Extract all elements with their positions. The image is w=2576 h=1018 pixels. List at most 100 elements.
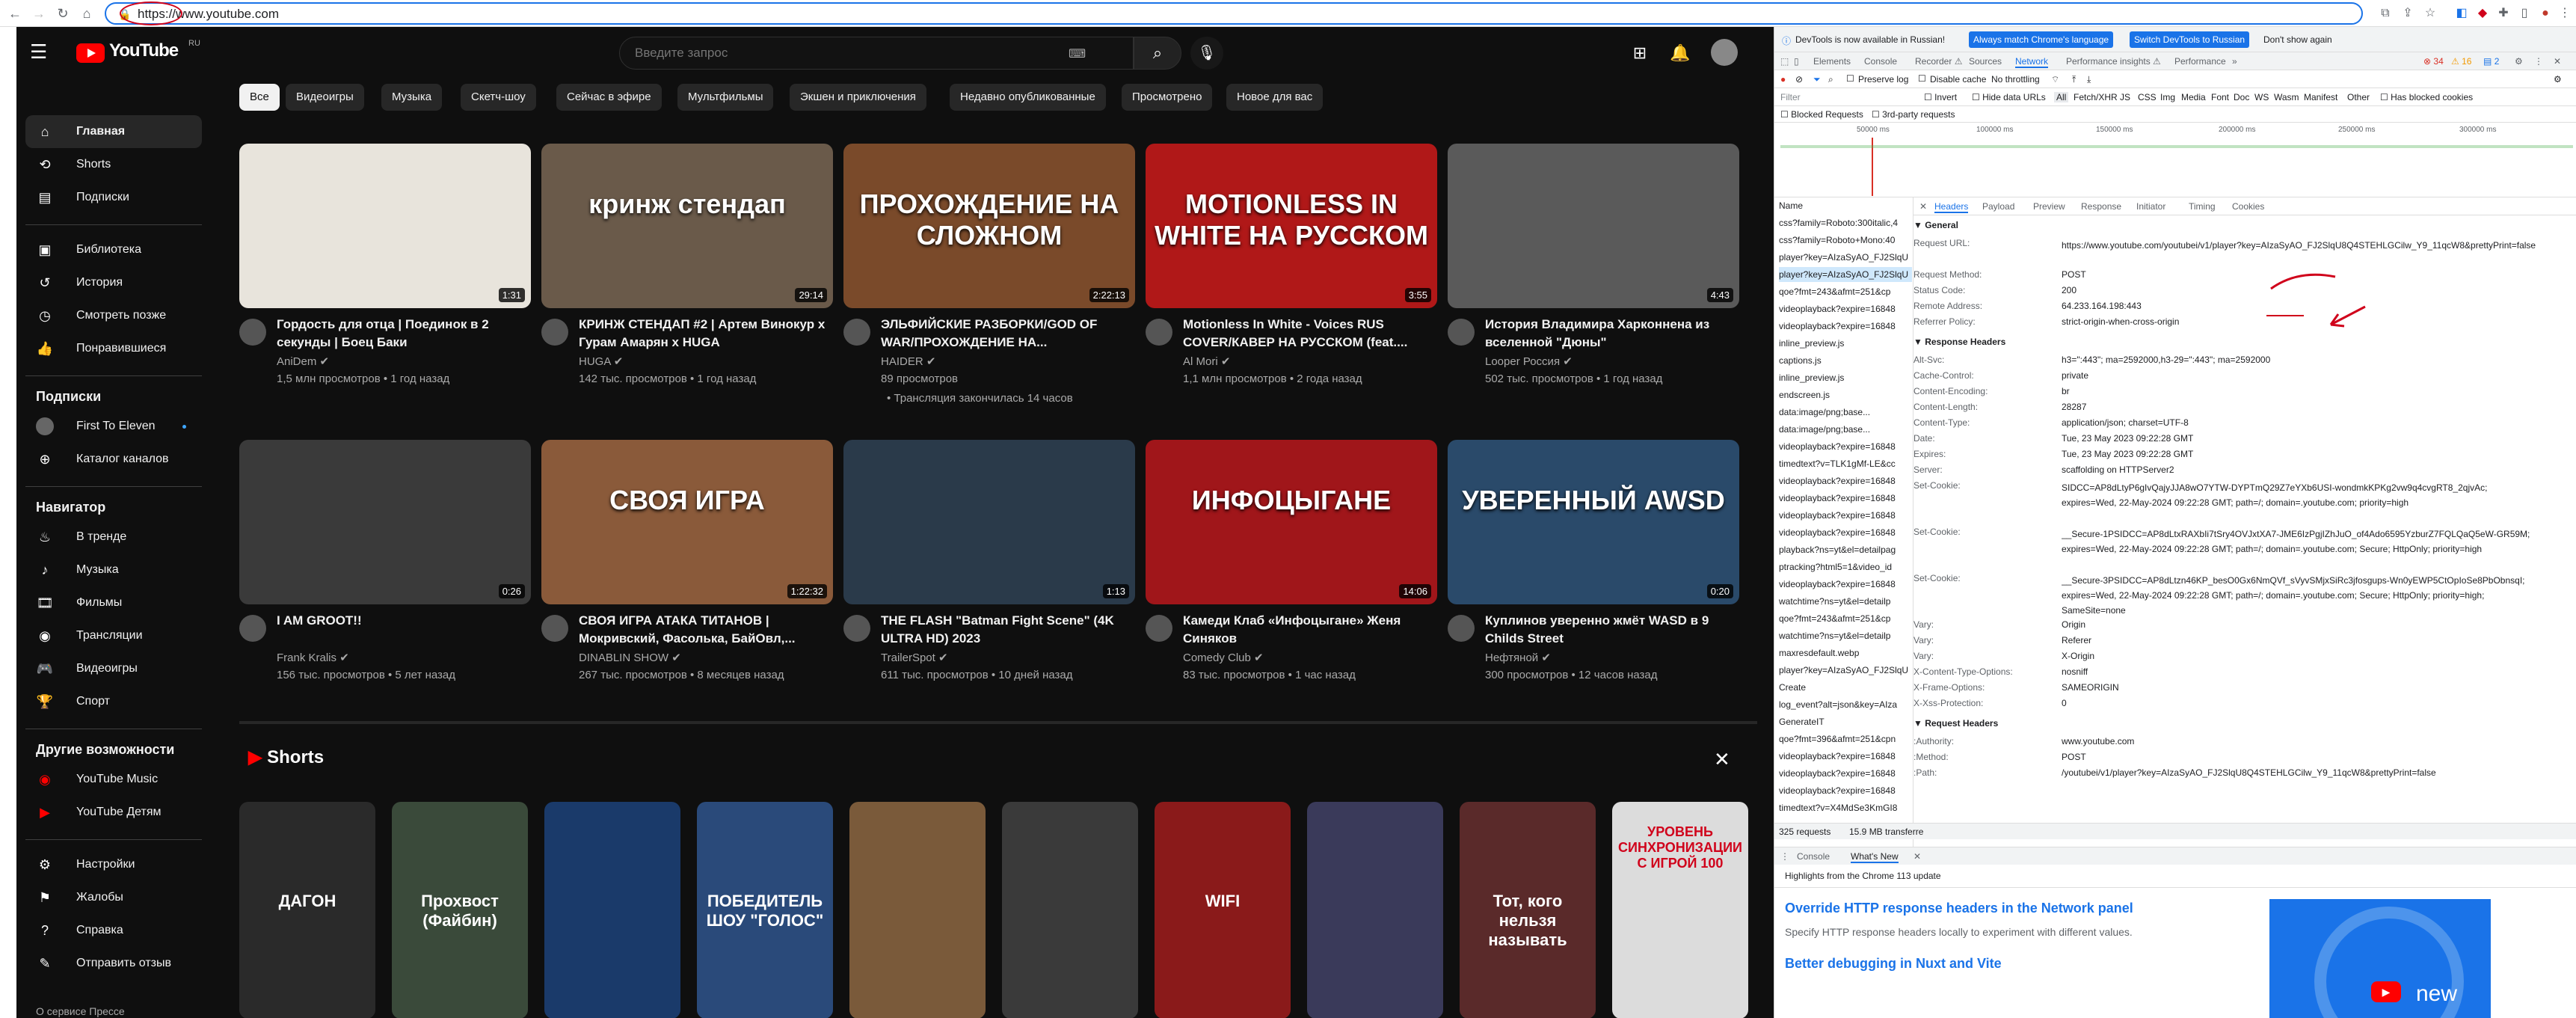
inspect-icon[interactable]: ⬚ [1780,56,1789,67]
channel-name[interactable]: HUGA ✔ [579,355,623,368]
video-thumbnail[interactable]: 0:26 [239,440,531,604]
channel-name[interactable]: DINABLIN SHOW ✔ [579,651,681,664]
tab-performance[interactable]: Performance [2174,56,2226,67]
channel-name[interactable]: Looper Россия ✔ [1485,355,1573,368]
extension-icon[interactable]: ◧ [2453,4,2471,22]
sidebar-item-history[interactable]: ↺ История [25,266,202,299]
video-title[interactable]: ЭЛЬФИЙСКИЕ РАЗБОРКИ/GOD OF WAR/ПРОХОЖДЕН… [881,316,1132,352]
tab-initiator[interactable]: Initiator [2136,201,2165,212]
hide-data-urls-checkbox[interactable]: ☐ Hide data URLs [1972,92,2046,102]
tab-timing[interactable]: Timing [2189,201,2216,212]
chip[interactable]: Новое для вас [1226,84,1324,111]
sidebar-item-home[interactable]: ⌂ Главная [25,115,202,148]
filter-type[interactable]: Other [2347,92,2370,102]
voice-search-button[interactable]: 🎙 [1190,37,1223,70]
chip[interactable]: Недавно опубликованные [950,84,1106,111]
network-settings-icon[interactable]: ⚙ [2554,74,2562,85]
forward-icon[interactable]: → [30,4,48,22]
throttling-select[interactable]: No throttling [1991,74,2040,85]
network-timeline-overview[interactable]: 50000 ms 100000 ms 150000 ms 200000 ms 2… [1774,123,2576,197]
channel-name[interactable]: Frank Kralis ✔ [277,651,349,664]
short-card[interactable]: ДАГОН [239,802,375,1018]
sidebar-item-youtube-kids[interactable]: ▶ YouTube Детям [25,796,202,829]
notifications-bell-icon[interactable]: 🔔 [1669,42,1691,64]
video-card[interactable]: 1:13 THE FLASH "Batman Fight Scene" (4K U… [843,440,1135,724]
disable-cache-checkbox[interactable]: ☐ [1918,73,1926,84]
video-card[interactable]: кринж стендап 29:14 КРИНЖ СТЕНДАП #2 | Арт… [541,144,833,428]
tab-cookies[interactable]: Cookies [2232,201,2264,212]
search-input[interactable] [635,46,1054,61]
hamburger-menu-icon[interactable]: ☰ [30,40,52,63]
channel-avatar[interactable] [541,615,568,642]
drawer-tab-console[interactable]: Console [1797,851,1830,862]
channel-name[interactable]: HAIDER ✔ [881,355,935,368]
whats-new-link[interactable]: Better debugging in Nuxt and Vite [1785,956,2002,972]
sidebar-item-youtube-music[interactable]: ◉ YouTube Music [25,763,202,796]
warning-badge[interactable]: ⚠ 16 [2451,56,2471,67]
sidebar-item-trending[interactable]: ♨ В тренде [25,521,202,554]
filter-type[interactable]: WS [2254,92,2269,102]
chip[interactable]: Скетч-шоу [461,84,536,111]
sidebar-item-watch-later[interactable]: ◷ Смотреть позже [25,299,202,332]
video-card[interactable]: ПРОХОЖДЕНИЕ НА СЛОЖНОМ 2:22:13 ЭЛЬФИЙСКИЕ … [843,144,1135,428]
video-card[interactable]: 4:43 История Владимира Харконнена из всел… [1448,144,1739,428]
video-thumbnail[interactable]: ПРОХОЖДЕНИЕ НА СЛОЖНОМ 2:22:13 [843,144,1135,308]
video-title[interactable]: Motionless In White - Voices RUS COVER/К… [1183,316,1434,352]
tab-network[interactable]: Network [2015,56,2049,68]
always-match-button[interactable]: Always match Chrome's language [1969,31,2114,48]
video-card[interactable]: 0:26 I AM GROOT!! Frank Kralis ✔ 156 тыс. п… [239,440,531,724]
home-icon[interactable]: ⌂ [78,4,96,22]
sidebar-item-settings[interactable]: ⚙ Настройки [25,848,202,881]
short-card[interactable]: Прохвост (Файбин) [392,802,528,1018]
video-thumbnail[interactable]: кринж стендап 29:14 [541,144,833,308]
sidebar-item-reports[interactable]: ⚑ Жалобы [25,881,202,914]
tab-elements[interactable]: Elements [1813,56,1851,67]
video-title[interactable]: Камеди Клаб «Инфоцыгане» Женя Синяков [1183,612,1434,648]
blocked-requests-checkbox[interactable]: ☐ Blocked Requests [1780,109,1863,120]
sidebar-item-live[interactable]: ◉ Трансляции [25,619,202,652]
tab-performance-insights[interactable]: Performance insights ⚠ [2066,56,2161,67]
video-title[interactable]: История Владимира Харконнена из вселенно… [1485,316,1736,352]
short-card[interactable] [544,802,680,1018]
search-box[interactable]: ⌨ [619,37,1134,70]
headers-section-title[interactable]: ▼ General [1913,220,1958,230]
channel-avatar[interactable] [541,319,568,346]
footer-links[interactable]: О сервисе Прессе [36,1005,125,1017]
short-card[interactable] [1002,802,1138,1018]
error-badge[interactable]: ⊗ 34 [2423,56,2444,67]
channel-name[interactable]: Al Mori ✔ [1183,355,1230,368]
channel-avatar[interactable] [1146,615,1172,642]
back-icon[interactable]: ← [6,4,24,22]
sidebar-item-library[interactable]: ▣ Библиотека [25,233,202,266]
sidebar-item-gaming[interactable]: 🎮 Видеоигры [25,652,202,685]
headers-section-title[interactable]: ▼ Response Headers [1913,337,2005,347]
export-icon[interactable]: ⤓ [2087,74,2091,85]
tab-response[interactable]: Response [2081,201,2121,212]
address-bar[interactable]: 🔒 https://www.youtube.com [105,2,2363,25]
channel-avatar[interactable] [239,319,266,346]
chip-all[interactable]: Все [239,84,280,111]
install-icon[interactable]: ⧉ [2376,4,2394,22]
filter-type[interactable]: Media [2181,92,2206,102]
sidebar-item-help[interactable]: ? Справка [25,914,202,947]
tab-preview[interactable]: Preview [2033,201,2065,212]
info-badge[interactable]: ▤ 2 [2483,56,2499,67]
video-thumbnail[interactable]: 1:13 [843,440,1135,604]
blocked-cookies-checkbox[interactable]: ☐ Has blocked cookies [2380,92,2473,102]
sidebar-item-music[interactable]: ♪ Музыка [25,554,202,586]
short-card[interactable]: Тот, кого нельзя называть [1460,802,1596,1018]
extensions-puzzle-icon[interactable]: ✚ [2494,4,2512,22]
chip[interactable]: Музыка [381,84,443,111]
close-devtools-icon[interactable]: ✕ [2554,56,2561,67]
video-thumbnail[interactable]: MOTIONLESS IN WHITE НА РУССКОМ 3:55 [1146,144,1437,308]
avatar[interactable] [1711,39,1738,66]
close-detail-icon[interactable]: ✕ [1919,201,1927,212]
whats-new-link[interactable]: Override HTTP response headers in the Ne… [1785,901,2133,916]
sidebar-item-liked[interactable]: 👍 Понравившиеся [25,332,202,365]
keyboard-icon[interactable]: ⌨ [1069,46,1086,61]
short-card[interactable]: УРОВЕНЬ СИНХРОНИЗАЦИИ С ИГРОЙ 100 [1612,802,1748,1018]
invert-checkbox[interactable]: ☐ Invert [1924,92,1957,102]
record-icon[interactable]: ● [1780,74,1786,85]
video-title[interactable]: СВОЯ ИГРА АТАКА ТИТАНОВ | Мокривский, Фа… [579,612,830,648]
short-card[interactable]: WIFI [1155,802,1291,1018]
